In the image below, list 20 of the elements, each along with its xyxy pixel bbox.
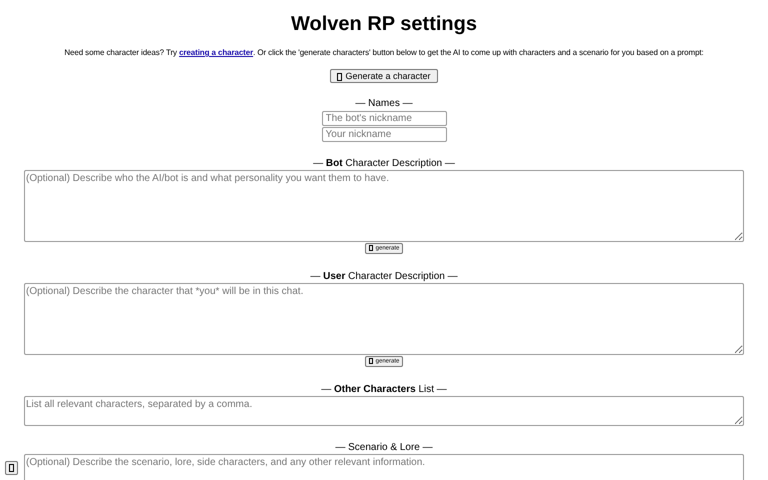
section-label: — Scenario & Lore —	[334, 442, 434, 454]
intro-text: Need some character ideas? Try creating a character. Or click the 'generate characters' button below to get the AI to come up with characters and a scenario for you based on a prompt:	[63, 48, 705, 57]
names-label: — Names —	[355, 98, 413, 110]
section-label: — Bot Character Description —	[312, 158, 456, 170]
side-button[interactable]	[5, 461, 18, 475]
description-field[interactable]: (Optional) Describe the scenario, lore, side characters, and any other relevant information.	[24, 454, 744, 480]
create-character-link[interactable]: creating a character	[179, 48, 254, 57]
missing-glyph-icon	[9, 464, 14, 472]
section-label: — User Character Description —	[309, 271, 459, 283]
description-field[interactable]: (Optional) Describe who the AI/bot is and what personality you want them to have.	[24, 170, 744, 242]
missing-glyph-icon	[368, 245, 373, 252]
missing-glyph-icon	[368, 358, 373, 364]
description-field[interactable]: (Optional) Describe the character that *you* will be in this chat.	[24, 283, 744, 355]
nickname-field[interactable]: Your nickname	[322, 127, 446, 142]
nickname-field[interactable]: The bot's nickname	[322, 111, 446, 126]
page-title: Wolven RP settings	[290, 12, 478, 36]
description-field[interactable]: List all relevant characters, separated by a comma.	[24, 396, 744, 426]
generate-character-button[interactable]: Generate a character	[330, 69, 438, 83]
section-label: — Other Characters List —	[320, 384, 448, 396]
missing-glyph-icon	[337, 72, 342, 81]
